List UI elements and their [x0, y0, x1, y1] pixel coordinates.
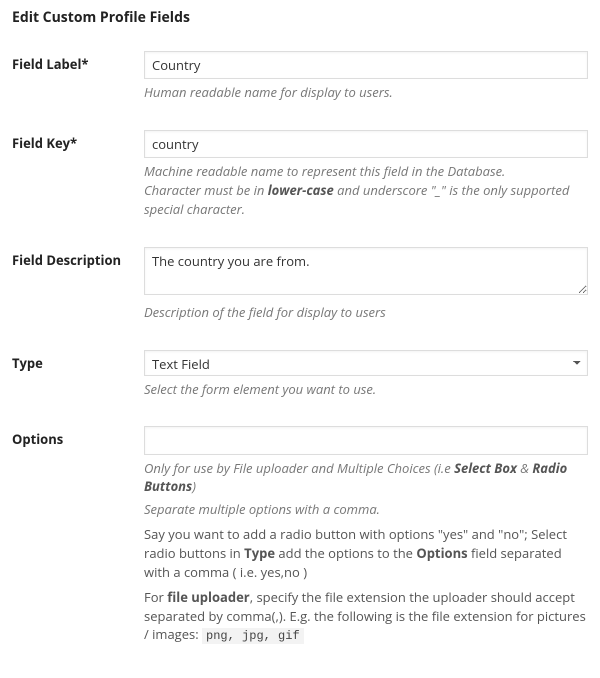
row-type: Type Text Field Select the form element … — [12, 350, 588, 399]
field-label-input[interactable] — [144, 51, 588, 79]
field-description-help: Description of the field for display to … — [144, 303, 588, 322]
field-description-input[interactable] — [144, 247, 588, 295]
options-help3: Say you want to add a radio button with … — [144, 525, 588, 582]
label-field-key: Field Key* — [12, 130, 144, 152]
label-field-description: Field Description — [12, 247, 144, 269]
field-label-help: Human readable name for display to users… — [144, 83, 588, 102]
type-select[interactable]: Text Field — [144, 350, 588, 376]
row-field-key: Field Key* Machine readable name to repr… — [12, 130, 588, 219]
options-help4: For file uploader, specify the file exte… — [144, 588, 588, 646]
options-help1: Only for use by File uploader and Multip… — [144, 459, 588, 497]
page-title: Edit Custom Profile Fields — [12, 8, 588, 27]
field-key-help: Machine readable name to represent this … — [144, 162, 588, 219]
row-field-description: Field Description Description of the fie… — [12, 247, 588, 322]
row-field-label: Field Label* Human readable name for dis… — [12, 51, 588, 102]
label-type: Type — [12, 350, 144, 372]
label-field-label: Field Label* — [12, 51, 144, 73]
field-key-help-line2a: Character must be in — [144, 181, 268, 199]
field-key-help-strong1: lower-case — [268, 181, 334, 199]
field-key-input[interactable] — [144, 130, 588, 158]
options-help4-code: png, jpg, gif — [202, 628, 304, 644]
edit-profile-fields-form: Edit Custom Profile Fields Field Label* … — [0, 0, 600, 678]
type-help: Select the form element you want to use. — [144, 380, 588, 399]
field-key-help-line1: Machine readable name to represent this … — [144, 162, 505, 180]
options-input[interactable] — [144, 426, 588, 454]
row-options: Options Only for use by File uploader an… — [12, 426, 588, 645]
label-options: Options — [12, 426, 144, 448]
options-help2: Separate multiple options with a comma. — [144, 500, 588, 519]
